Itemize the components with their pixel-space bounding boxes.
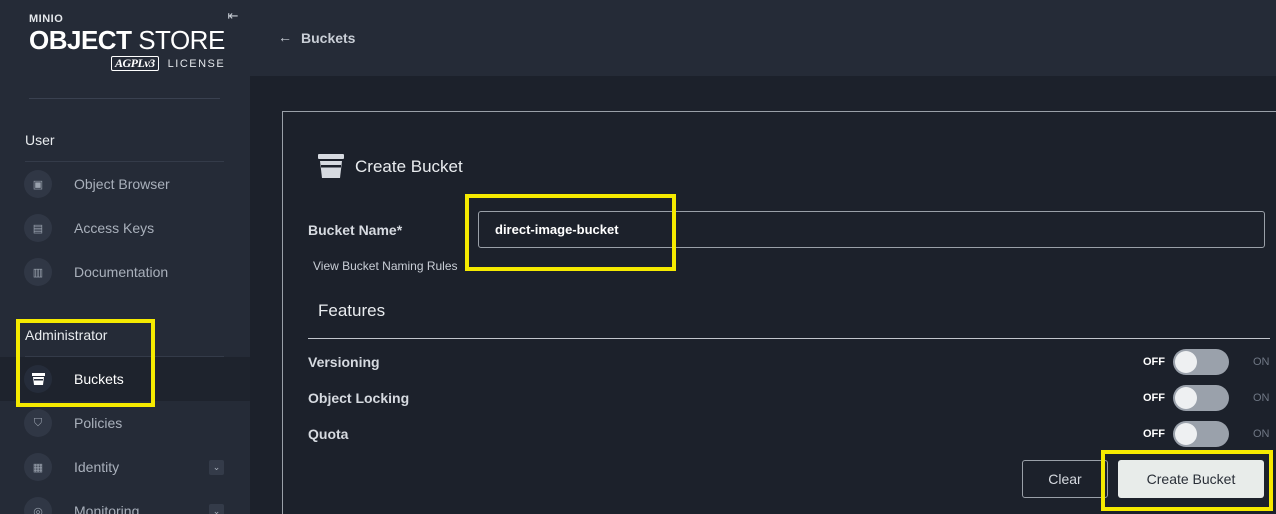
bucket-name-label: Bucket Name* bbox=[308, 222, 403, 238]
sidebar-item-object-browser[interactable]: ▣ Object Browser bbox=[0, 162, 250, 206]
object-browser-icon: ▣ bbox=[24, 170, 52, 198]
sidebar-item-label: Monitoring bbox=[74, 503, 140, 514]
quota-toggle[interactable] bbox=[1173, 421, 1229, 447]
object-locking-toggle[interactable] bbox=[1173, 385, 1229, 411]
features-title: Features bbox=[318, 301, 386, 320]
toggle-knob bbox=[1175, 423, 1197, 445]
sidebar-item-label: Object Browser bbox=[74, 176, 170, 192]
sidebar-item-identity[interactable]: ▦ Identity ⌄ bbox=[0, 445, 250, 489]
sidebar-item-label: Policies bbox=[74, 415, 123, 431]
create-bucket-button[interactable]: Create Bucket bbox=[1118, 460, 1264, 498]
versioning-toggle[interactable] bbox=[1173, 349, 1229, 375]
sidebar-item-label: Documentation bbox=[74, 264, 169, 280]
toggle-on-label: ON bbox=[1253, 392, 1270, 404]
license-row: AGPLv3 LICENSE bbox=[29, 56, 224, 71]
bucket-name-input[interactable] bbox=[478, 211, 1265, 248]
collapse-sidebar-icon[interactable]: ⇤ bbox=[224, 7, 242, 25]
toggle-knob bbox=[1175, 387, 1197, 409]
policies-icon: ⛉ bbox=[24, 409, 52, 437]
features-divider bbox=[308, 338, 1270, 339]
sidebar-divider bbox=[29, 98, 220, 99]
documentation-icon: ▥ bbox=[24, 258, 52, 286]
create-bucket-panel: Create Bucket Bucket Name* View Bucket N… bbox=[282, 111, 1276, 514]
toggle-on-label: ON bbox=[1253, 356, 1270, 368]
brand-logo: MINIO OBJECT STORE AGPLv3 LICENSE bbox=[29, 13, 225, 71]
form-title: Create Bucket bbox=[355, 157, 463, 176]
top-bar: ← Buckets bbox=[250, 0, 1276, 76]
bucket-icon bbox=[318, 154, 344, 178]
sidebar-item-buckets[interactable]: Buckets bbox=[0, 357, 250, 401]
object-locking-label: Object Locking bbox=[308, 390, 410, 406]
administrator-section-title: Administrator bbox=[25, 327, 108, 343]
sidebar-item-label: Access Keys bbox=[74, 220, 155, 236]
toggle-off-label: OFF bbox=[1143, 392, 1165, 404]
user-section-title: User bbox=[25, 132, 55, 148]
naming-rules-link[interactable]: View Bucket Naming Rules bbox=[313, 259, 458, 273]
sidebar-item-policies[interactable]: ⛉ Policies bbox=[0, 401, 250, 445]
product-name: OBJECT STORE bbox=[29, 25, 225, 55]
chevron-down-icon[interactable]: ⌄ bbox=[209, 503, 224, 514]
back-arrow-icon[interactable]: ← bbox=[278, 29, 292, 45]
clear-button[interactable]: Clear bbox=[1022, 460, 1108, 498]
sidebar-item-access-keys[interactable]: ▤ Access Keys bbox=[0, 206, 250, 250]
license-label: LICENSE bbox=[167, 57, 226, 70]
toggle-off-label: OFF bbox=[1143, 356, 1165, 368]
versioning-label: Versioning bbox=[308, 354, 380, 370]
sidebar: ⇤ MINIO OBJECT STORE AGPLv3 LICENSE User… bbox=[0, 0, 250, 514]
breadcrumb[interactable]: Buckets bbox=[301, 30, 355, 46]
sidebar-item-label: Identity bbox=[74, 459, 120, 475]
bucket-icon bbox=[24, 365, 52, 393]
monitoring-icon: ◎ bbox=[24, 497, 52, 514]
toggle-knob bbox=[1175, 351, 1197, 373]
sidebar-item-label: Buckets bbox=[74, 371, 124, 387]
sidebar-item-monitoring[interactable]: ◎ Monitoring ⌄ bbox=[0, 489, 250, 514]
chevron-down-icon[interactable]: ⌄ bbox=[209, 459, 224, 475]
toggle-off-label: OFF bbox=[1143, 428, 1165, 440]
toggle-on-label: ON bbox=[1253, 428, 1270, 440]
agpl-badge: AGPLv3 bbox=[111, 56, 159, 71]
identity-icon: ▦ bbox=[24, 453, 52, 481]
access-keys-icon: ▤ bbox=[24, 214, 52, 242]
quota-label: Quota bbox=[308, 426, 349, 442]
sidebar-item-documentation[interactable]: ▥ Documentation bbox=[0, 250, 250, 294]
